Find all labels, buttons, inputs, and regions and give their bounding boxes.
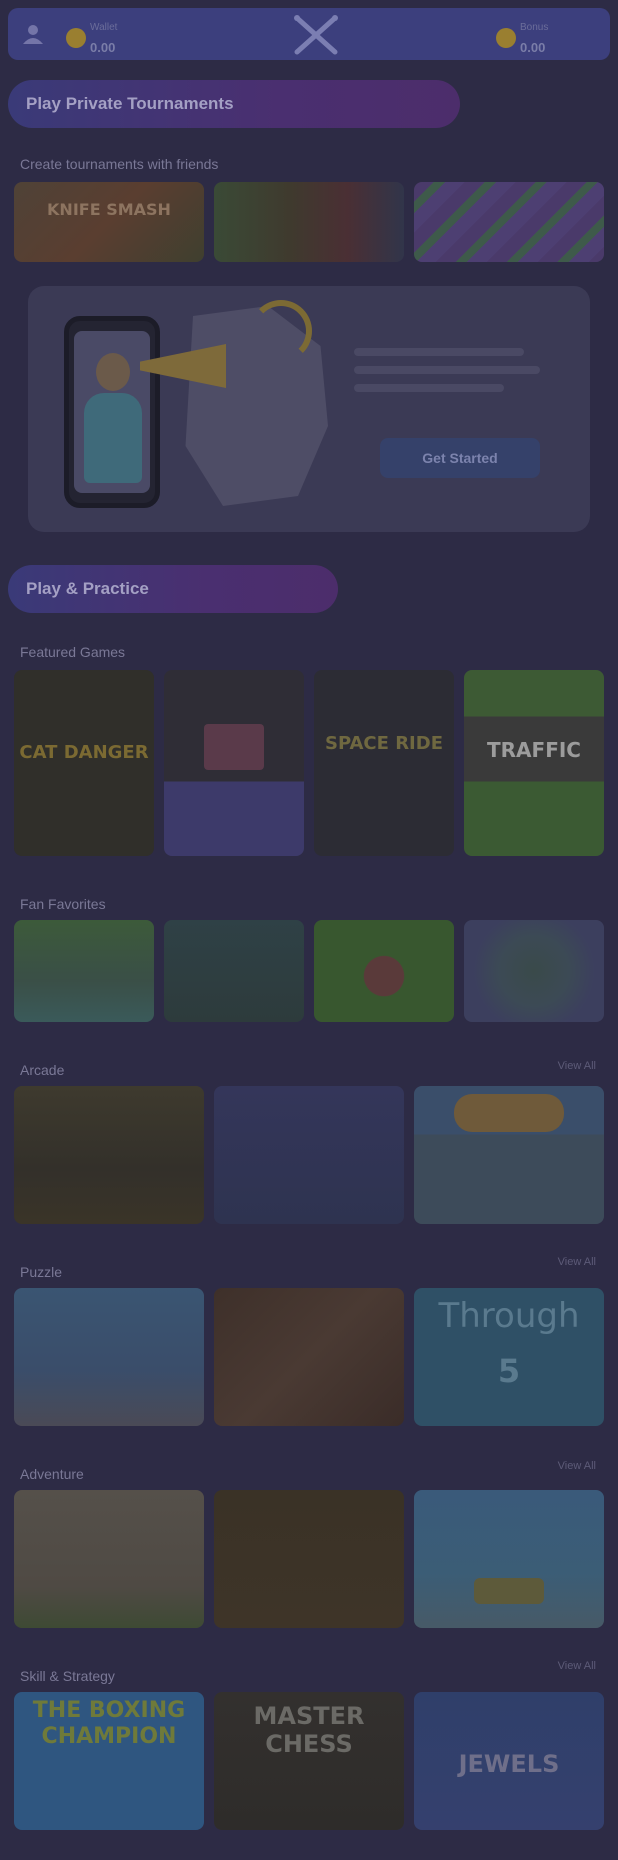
game-art: [474, 1578, 544, 1604]
adventure-section-title: Adventure: [20, 1466, 84, 1482]
game-title: TRAFFIC: [487, 738, 581, 762]
wallet-value: 0.00: [90, 40, 116, 55]
game-tile[interactable]: Through 5: [414, 1288, 604, 1426]
fan-favorites-section-title: Fan Favorites: [20, 896, 106, 912]
game-title: Through: [438, 1296, 580, 1336]
private-tournaments-banner[interactable]: Play Private Tournaments: [8, 80, 460, 128]
skill-strategy-section-title: Skill & Strategy: [20, 1668, 115, 1684]
private-section-title: Create tournaments with friends: [20, 156, 219, 172]
game-art: [454, 1094, 564, 1132]
game-tile[interactable]: [214, 1288, 404, 1426]
game-tile[interactable]: [414, 182, 604, 262]
promo-text-line: [354, 348, 524, 356]
promo-text-line: [354, 366, 540, 374]
bonus-label: Bonus: [520, 22, 549, 33]
user-icon[interactable]: [20, 22, 46, 46]
game-art: [204, 724, 264, 770]
game-tile[interactable]: JEWELS: [414, 1692, 604, 1830]
game-tile[interactable]: CAT DANGER: [14, 670, 154, 856]
game-title: JEWELS: [458, 1750, 560, 1778]
wallet-label: Wallet: [90, 22, 118, 33]
game-tile[interactable]: [414, 1086, 604, 1224]
coin-icon: [66, 28, 86, 48]
promo-card: Get Started: [28, 286, 590, 532]
promo-text-line: [354, 384, 504, 392]
game-tile[interactable]: [464, 920, 604, 1022]
game-tile[interactable]: [164, 670, 304, 856]
get-started-button[interactable]: Get Started: [380, 438, 540, 478]
top-header: Wallet 0.00 Bonus 0.00: [8, 8, 610, 60]
game-tile[interactable]: [214, 1490, 404, 1628]
game-title: KNIFE SMASH: [47, 200, 171, 219]
game-tile[interactable]: [314, 920, 454, 1022]
game-subtitle: 5: [497, 1352, 521, 1390]
puzzle-section-title: Puzzle: [20, 1264, 63, 1280]
game-tile[interactable]: THE BOXING CHAMPION: [14, 1692, 204, 1830]
game-tile[interactable]: [214, 1086, 404, 1224]
adventure-view-all-link[interactable]: View All: [558, 1460, 596, 1472]
arcade-view-all-link[interactable]: View All: [558, 1060, 596, 1072]
play-practice-banner[interactable]: Play & Practice: [8, 565, 338, 613]
game-tile[interactable]: [214, 182, 404, 262]
game-tile[interactable]: [14, 1490, 204, 1628]
game-title: SPACE RIDE: [324, 733, 443, 754]
game-tile[interactable]: [414, 1490, 604, 1628]
game-title: CAT DANGER: [19, 742, 149, 763]
game-tile[interactable]: KNIFE SMASH: [14, 182, 204, 262]
moon-icon: [250, 300, 312, 362]
bonus-value: 0.00: [520, 40, 546, 55]
arcade-section-title: Arcade: [20, 1062, 65, 1078]
game-tile[interactable]: SPACE RIDE: [314, 670, 454, 856]
game-title: MASTER CHESS: [253, 1702, 365, 1758]
game-tile[interactable]: [164, 920, 304, 1022]
puzzle-view-all-link[interactable]: View All: [558, 1256, 596, 1268]
game-tile[interactable]: TRAFFIC: [464, 670, 604, 856]
featured-section-title: Featured Games: [20, 644, 126, 660]
game-tile[interactable]: [14, 1086, 204, 1224]
skill-strategy-view-all-link[interactable]: View All: [558, 1660, 596, 1672]
phone-illustration: [64, 316, 160, 508]
game-tile[interactable]: [14, 920, 154, 1022]
game-tile[interactable]: MASTER CHESS: [214, 1692, 404, 1830]
coin-icon: [496, 28, 516, 48]
game-tile[interactable]: [14, 1288, 204, 1426]
crossed-sticks-logo[interactable]: [291, 14, 341, 56]
game-title: THE BOXING CHAMPION: [32, 1698, 186, 1749]
